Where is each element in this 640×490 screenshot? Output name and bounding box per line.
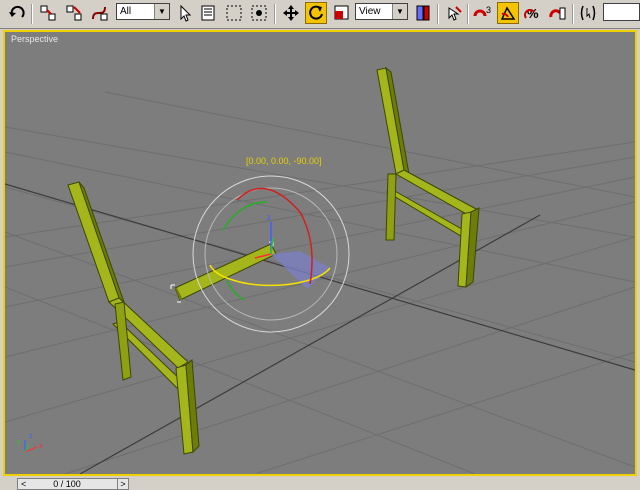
toolbar-separator: [31, 4, 33, 24]
unlink-selection-icon[interactable]: [63, 2, 85, 24]
rotate-icon[interactable]: [305, 2, 327, 24]
toolbar-separator: [437, 4, 439, 24]
viewport-label[interactable]: Perspective: [11, 34, 58, 44]
chair-back-model: [376, 66, 480, 289]
named-selection-set-field[interactable]: [603, 3, 640, 21]
axis-tripod: z x y: [17, 433, 43, 453]
tripod-y-label: y: [17, 439, 21, 446]
rotate-gizmo[interactable]: z: [192, 175, 350, 333]
selected-object[interactable]: [170, 241, 277, 303]
tripod-x-label: x: [39, 443, 43, 450]
reference-coordinate-dropdown[interactable]: View ▼: [355, 3, 408, 20]
undo-icon[interactable]: [6, 2, 28, 24]
selection-filter-value: All: [120, 6, 132, 17]
transform-readout: [0.00, 0.00, -90.00]: [246, 156, 322, 166]
tripod-z-label: z: [29, 433, 33, 440]
toolbar-separator: [467, 4, 469, 24]
window-crossing-icon[interactable]: [248, 2, 270, 24]
spinner-snap-toggle-icon[interactable]: [547, 2, 569, 24]
bind-to-space-warp-icon[interactable]: [88, 2, 110, 24]
perspective-viewport[interactable]: z z x y Perspective [0.00, 0.00, -90.00]: [3, 30, 637, 476]
percent-snap-toggle-icon[interactable]: %: [522, 2, 544, 24]
rectangular-selection-region-icon[interactable]: [223, 2, 245, 24]
toolbar-separator: [572, 4, 574, 24]
select-and-manipulate-icon[interactable]: [443, 2, 465, 24]
reference-coordinate-value: View: [359, 6, 381, 17]
home-grid: [5, 91, 635, 474]
time-slider[interactable]: < 0 / 100 >: [17, 478, 129, 490]
angle-snap-toggle-icon[interactable]: [497, 2, 519, 24]
pivot-point-center-icon[interactable]: [412, 2, 434, 24]
chevron-down-icon: ▼: [392, 4, 407, 19]
viewport-scene[interactable]: z z x y: [5, 32, 635, 474]
chevron-down-icon: ▼: [154, 4, 169, 19]
snap-toggle-icon[interactable]: 3: [472, 2, 494, 24]
gizmo-z-label: z: [267, 213, 271, 222]
select-by-name-icon[interactable]: [198, 2, 220, 24]
snap-toggle-label: 3: [486, 5, 491, 15]
move-icon[interactable]: [280, 2, 302, 24]
rotation-sector: [271, 251, 330, 289]
svg-text:%: %: [527, 6, 539, 21]
select-object-icon[interactable]: [174, 2, 196, 24]
select-and-link-icon[interactable]: [37, 2, 59, 24]
toolbar-separator: [274, 4, 276, 24]
edit-named-selection-icon[interactable]: [577, 2, 599, 24]
main-toolbar: All ▼ View ▼ 3 %: [0, 0, 640, 29]
selection-filter-dropdown[interactable]: All ▼: [116, 3, 170, 20]
scale-icon[interactable]: [331, 2, 353, 24]
